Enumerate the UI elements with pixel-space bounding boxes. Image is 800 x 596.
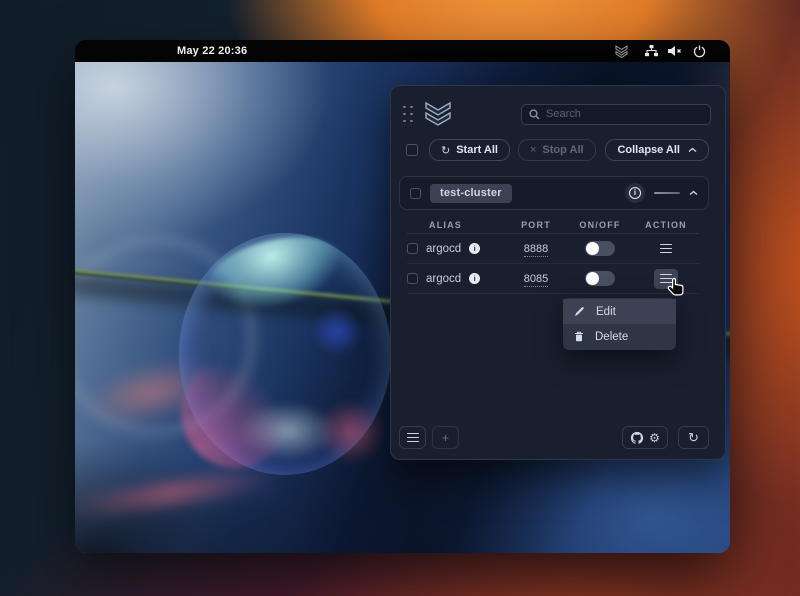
toggle-knob — [586, 242, 599, 255]
clock[interactable]: May 22 20:36 — [177, 40, 247, 62]
edit-label: Edit — [596, 306, 616, 318]
alias-label: argocd — [426, 273, 461, 285]
pencil-icon — [574, 306, 585, 317]
onoff-toggle[interactable] — [585, 271, 615, 286]
start-all-button[interactable]: ↻ Start All — [429, 139, 510, 161]
github-sync-settings-button[interactable]: ⚙ — [622, 426, 668, 449]
cluster-badge: test-cluster — [430, 184, 512, 203]
chevron-up-icon — [688, 147, 697, 153]
row-action-menu-icon[interactable] — [660, 244, 672, 254]
kftray-tray-icon[interactable] — [614, 45, 629, 58]
action-context-menu: Edit Delete — [563, 298, 676, 350]
row-checkbox[interactable] — [407, 243, 418, 254]
row-action-menu-icon — [660, 274, 672, 284]
alias-label: argocd — [426, 243, 461, 255]
row-checkbox[interactable] — [407, 273, 418, 284]
forwards-table: ALIAS PORT ON/OFF ACTION argocd i 8888 — [407, 216, 699, 294]
menu-bar: May 22 20:36 — [75, 40, 730, 62]
table-row: argocd i 8888 — [407, 234, 699, 264]
sync-icon: ↻ — [688, 431, 699, 444]
main-menu-button[interactable] — [399, 426, 426, 449]
power-icon[interactable] — [693, 45, 706, 58]
cluster-progress-line — [654, 192, 680, 194]
delete-label: Delete — [595, 331, 628, 343]
toolbar: ↻ Start All × Stop All Collapse All — [406, 138, 709, 162]
stop-icon: × — [530, 144, 536, 156]
wallpaper-bubble — [179, 233, 391, 475]
drag-handle-icon[interactable] — [403, 106, 413, 123]
start-icon: ↻ — [441, 144, 450, 157]
kftray-panel: ↻ Start All × Stop All Collapse All test… — [390, 85, 726, 460]
collapse-all-button[interactable]: Collapse All — [605, 139, 709, 161]
volume-muted-icon[interactable] — [668, 45, 683, 57]
gear-icon: ⚙ — [649, 432, 660, 444]
tray-icons — [614, 40, 706, 62]
cluster-collapse-icon[interactable] — [689, 190, 698, 196]
cluster-controls: i — [625, 183, 698, 203]
onoff-toggle[interactable] — [585, 241, 615, 256]
wallpaper-bubble-red — [317, 400, 385, 463]
header-port: PORT — [505, 220, 567, 230]
menu-icon — [407, 433, 419, 443]
context-menu-item-delete[interactable]: Delete — [563, 324, 676, 349]
vm-window: May 22 20:36 — [75, 40, 730, 553]
cluster-checkbox[interactable] — [410, 188, 421, 199]
search-icon — [529, 109, 540, 120]
collapse-all-label: Collapse All — [617, 144, 680, 156]
wallpaper-pink-streak — [75, 466, 277, 521]
wallpaper-bubble-blob — [313, 308, 362, 354]
table-header-row: ALIAS PORT ON/OFF ACTION — [407, 216, 699, 234]
add-config-button[interactable]: + — [432, 426, 459, 449]
github-icon — [630, 431, 644, 445]
host-wallpaper: May 22 20:36 — [0, 0, 800, 596]
info-icon[interactable]: i — [469, 243, 480, 254]
header-onoff: ON/OFF — [567, 220, 633, 230]
cluster-row[interactable]: test-cluster i — [399, 176, 709, 210]
stop-all-button[interactable]: × Stop All — [518, 139, 596, 161]
table-row: argocd i 8085 — [407, 264, 699, 294]
select-all-checkbox[interactable] — [406, 144, 418, 156]
cluster-info-icon[interactable]: i — [625, 183, 645, 203]
network-icon[interactable] — [645, 45, 658, 57]
stop-all-label: Stop All — [542, 144, 583, 156]
panel-header — [401, 99, 711, 129]
search-input[interactable] — [521, 104, 711, 125]
desktop-wallpaper: ↻ Start All × Stop All Collapse All test… — [75, 62, 730, 553]
search-box — [521, 104, 711, 125]
port-value[interactable]: 8085 — [524, 273, 548, 287]
context-menu-item-edit[interactable]: Edit — [563, 299, 676, 324]
refresh-button[interactable]: ↻ — [678, 426, 709, 449]
plus-icon: + — [442, 431, 449, 445]
start-all-label: Start All — [456, 144, 498, 156]
panel-footer: + ⚙ ↻ — [399, 425, 709, 450]
header-alias: ALIAS — [407, 220, 505, 230]
trash-icon — [574, 331, 584, 342]
info-icon[interactable]: i — [469, 273, 480, 284]
port-value[interactable]: 8888 — [524, 243, 548, 257]
toggle-knob — [586, 272, 599, 285]
row-action-menu-button-active[interactable] — [654, 269, 678, 289]
header-action: ACTION — [633, 220, 699, 230]
kftray-logo-icon — [423, 100, 453, 129]
